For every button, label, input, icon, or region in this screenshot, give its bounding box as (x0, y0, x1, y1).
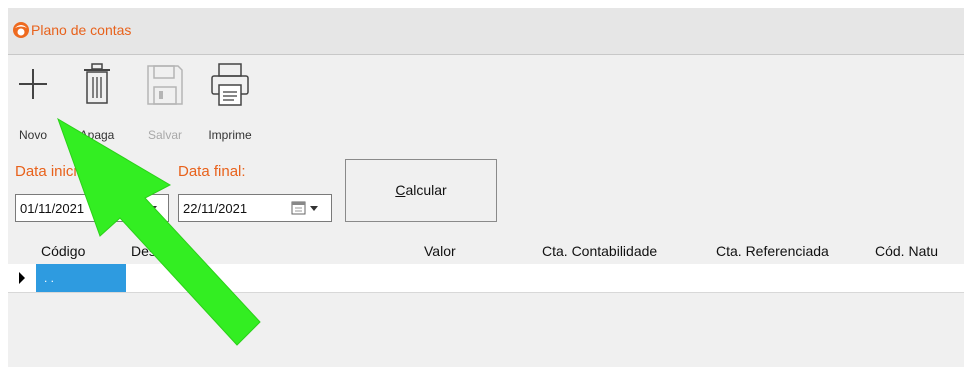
toolbar: Novo Apaga Salvar Imprime (8, 55, 964, 152)
column-header-valor[interactable]: Valor (424, 243, 456, 259)
column-header-descricao[interactable]: Descrição (131, 243, 193, 259)
apaga-label: Apaga (79, 128, 115, 142)
codigo-cell[interactable]: . . (36, 264, 126, 292)
salvar-label: Salvar (147, 128, 182, 142)
salvar-button[interactable]: Salvar (144, 55, 186, 148)
column-header-codigo[interactable]: Código (41, 243, 85, 259)
calcular-label: alcular (405, 182, 447, 198)
printer-icon (211, 63, 249, 106)
app-logo-icon (13, 22, 29, 38)
novo-button[interactable]: Novo (14, 55, 52, 148)
window: Plano de contas Novo Apaga Salvar Imprim… (8, 8, 964, 367)
column-header-cta-referenciada[interactable]: Cta. Referenciada (716, 243, 829, 259)
grid-header: Código Descrição Valor Cta. Contabilidad… (8, 237, 964, 264)
imprime-label: Imprime (208, 128, 252, 142)
trash-icon (84, 63, 110, 104)
data-final-value: 22/11/2021 (183, 201, 248, 216)
calcular-accelerator: C (395, 182, 406, 198)
plus-icon (19, 69, 47, 99)
accounts-grid[interactable]: Código Descrição Valor Cta. Contabilidad… (8, 237, 964, 367)
column-header-cod-natureza[interactable]: Cód. Natu (875, 243, 938, 259)
data-final-label: Data final: (178, 163, 246, 180)
calendar-icon (291, 201, 318, 215)
calendar-icon (130, 201, 157, 215)
column-header-cta-contabilidade[interactable]: Cta. Contabilidade (542, 243, 657, 259)
title-bar: Plano de contas (8, 8, 964, 55)
data-inicial-label: Data inicial: (15, 163, 93, 180)
table-row[interactable]: . . (8, 264, 964, 293)
data-final-picker[interactable]: 22/11/2021 (178, 194, 332, 222)
apaga-button[interactable]: Apaga (76, 55, 118, 148)
data-inicial-picker[interactable]: 01/11/2021 (15, 194, 169, 222)
window-title: Plano de contas (31, 22, 132, 38)
codigo-cell-value: . . (44, 271, 55, 285)
data-inicial-value: 01/11/2021 (20, 201, 85, 216)
imprime-button[interactable]: Imprime (202, 55, 258, 148)
novo-label: Novo (18, 128, 47, 142)
floppy-disk-icon (147, 65, 183, 105)
calcular-button[interactable]: Calcular (345, 159, 497, 222)
row-indicator-icon (19, 272, 25, 284)
